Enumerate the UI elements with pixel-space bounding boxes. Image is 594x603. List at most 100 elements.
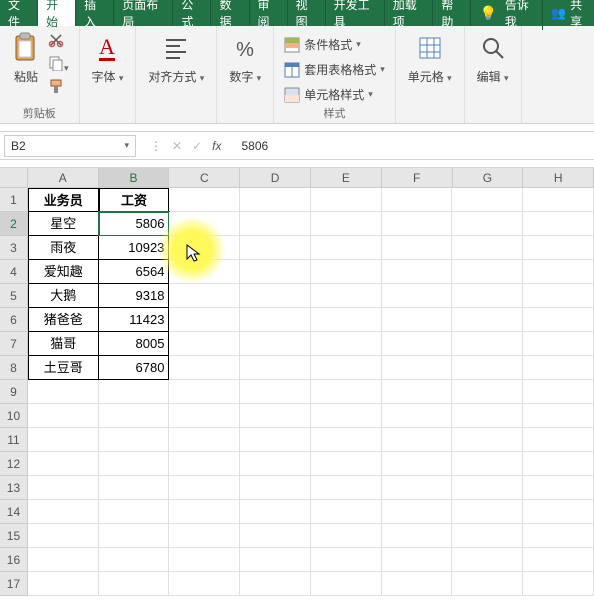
cell[interactable] [382,188,453,212]
conditional-format-button[interactable]: 条件格式▾ [284,36,385,53]
row-header-7[interactable]: 7 [0,332,28,356]
cell[interactable] [169,308,240,332]
cell[interactable] [382,428,453,452]
cell[interactable] [240,404,311,428]
cell[interactable] [382,356,453,380]
col-header-G[interactable]: G [453,168,524,188]
cell[interactable]: 9318 [99,284,170,308]
cell-style-button[interactable]: 单元格样式▾ [284,86,385,103]
cell[interactable] [382,284,453,308]
cell[interactable] [169,572,240,596]
cell[interactable] [523,356,594,380]
cell[interactable] [311,308,382,332]
cell[interactable] [523,260,594,284]
worksheet-grid[interactable]: A B C D E F G H 1业务员工资2星空58063雨夜109234爱知… [0,168,594,596]
cell[interactable] [382,452,453,476]
col-header-D[interactable]: D [240,168,311,188]
cell[interactable] [311,188,382,212]
cell[interactable] [28,548,99,572]
cell[interactable] [169,404,240,428]
cell[interactable] [382,260,453,284]
cell[interactable] [523,404,594,428]
cell[interactable] [523,428,594,452]
cell[interactable] [99,404,170,428]
cell[interactable] [240,548,311,572]
cell[interactable] [311,212,382,236]
tab-page-layout[interactable]: 页面布局 [114,0,173,26]
cell[interactable] [382,524,453,548]
cell[interactable] [523,284,594,308]
row-header-11[interactable]: 11 [0,428,28,452]
cell[interactable]: 大鹅 [28,284,99,308]
cell[interactable] [28,428,99,452]
cell[interactable] [311,332,382,356]
cell[interactable] [382,404,453,428]
editing-button[interactable]: 编辑 ▾ [475,30,511,87]
number-button[interactable]: % 数字 ▾ [227,30,263,87]
cell[interactable] [169,428,240,452]
cell[interactable] [28,572,99,596]
cell[interactable] [240,284,311,308]
cell[interactable]: 10923 [99,236,170,260]
cell[interactable] [523,572,594,596]
cell[interactable] [452,308,523,332]
cell[interactable] [311,524,382,548]
font-button[interactable]: A 字体 ▾ [90,30,126,87]
cell[interactable] [240,308,311,332]
tab-home[interactable]: 开始 [38,0,76,26]
cell[interactable] [99,476,170,500]
cell[interactable] [240,356,311,380]
cell[interactable] [240,500,311,524]
tab-addin[interactable]: 加载项 [385,0,434,26]
cell[interactable]: 土豆哥 [28,356,99,380]
cell[interactable] [311,572,382,596]
cell[interactable] [452,284,523,308]
cell[interactable]: 星空 [28,212,99,236]
cell[interactable] [240,476,311,500]
row-header-3[interactable]: 3 [0,236,28,260]
format-painter-button[interactable] [48,78,69,97]
cell[interactable] [452,212,523,236]
cell[interactable] [169,500,240,524]
cell[interactable] [240,572,311,596]
row-header-13[interactable]: 13 [0,476,28,500]
cell[interactable] [311,404,382,428]
cell[interactable] [311,236,382,260]
cell[interactable] [523,476,594,500]
cell[interactable] [169,524,240,548]
cell[interactable] [169,284,240,308]
cell[interactable] [169,332,240,356]
cell[interactable] [311,452,382,476]
cell[interactable] [240,212,311,236]
col-header-E[interactable]: E [311,168,382,188]
row-header-10[interactable]: 10 [0,404,28,428]
cell[interactable] [452,428,523,452]
cell[interactable]: 业务员 [28,188,99,212]
cell[interactable]: 6564 [99,260,170,284]
tab-developer[interactable]: 开发工具 [326,0,385,26]
cell[interactable] [452,452,523,476]
cell[interactable] [523,188,594,212]
cell[interactable] [240,236,311,260]
cell[interactable] [382,500,453,524]
tab-help[interactable]: 帮助 [433,0,471,26]
cell[interactable] [452,236,523,260]
paste-button[interactable]: 粘贴 [10,30,42,87]
cell[interactable] [240,188,311,212]
cancel-icon[interactable]: ✕ [172,139,182,153]
check-icon[interactable]: ✓ [192,139,202,153]
cell[interactable] [382,332,453,356]
select-all-corner[interactable] [0,168,28,188]
cell[interactable] [452,476,523,500]
cell[interactable] [452,260,523,284]
cell[interactable] [523,308,594,332]
tab-data[interactable]: 数据 [211,0,249,26]
cell[interactable] [240,524,311,548]
cell[interactable] [523,500,594,524]
cell[interactable] [382,548,453,572]
cell[interactable] [28,476,99,500]
cell[interactable] [452,500,523,524]
cell[interactable] [169,356,240,380]
cell[interactable] [382,476,453,500]
cell[interactable] [99,548,170,572]
